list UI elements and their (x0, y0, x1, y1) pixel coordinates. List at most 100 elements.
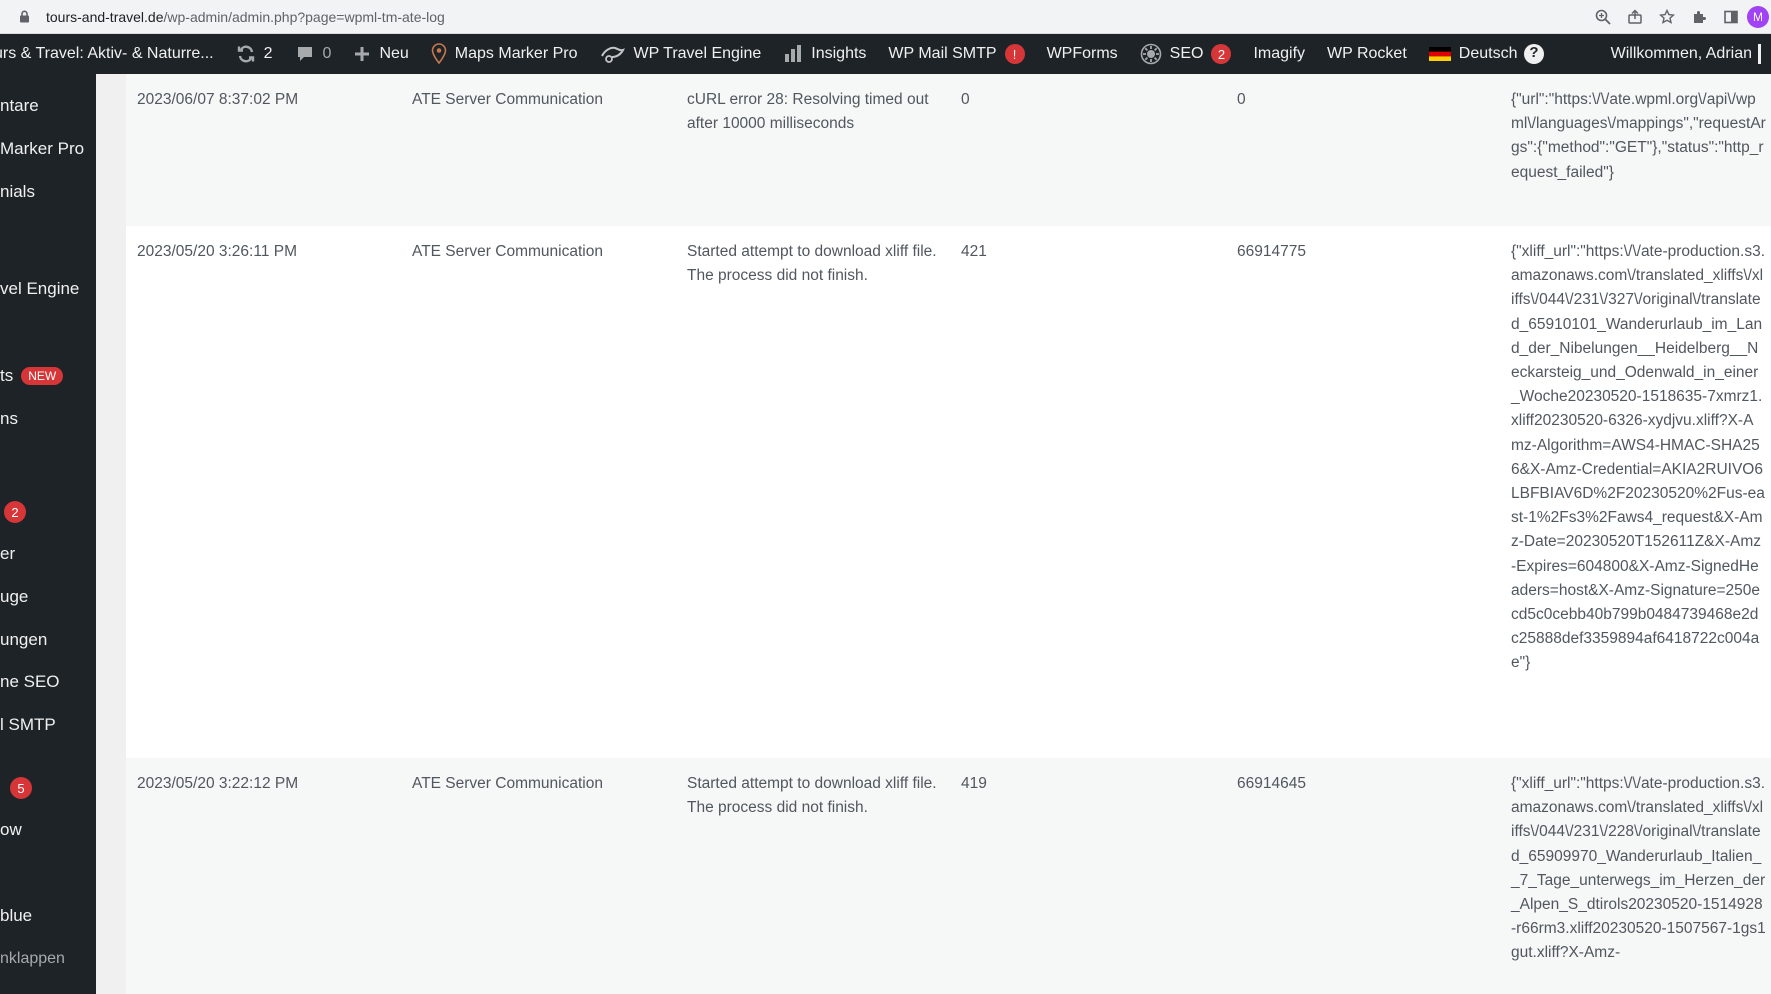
sidebar-item-wp-travel-engine[interactable]: vel Engine (0, 275, 79, 303)
log-date: 2023/05/20 3:22:12 PM (137, 775, 299, 792)
ate-log-table: 2023/06/07 8:37:02 PM ATE Server Communi… (126, 74, 1771, 994)
zoom-icon[interactable] (1587, 0, 1619, 34)
seo-link[interactable]: SEO 2 (1129, 34, 1243, 74)
bar-chart-icon (783, 44, 803, 64)
sidebar-item-plugins[interactable]: 2 (4, 498, 26, 526)
url-text[interactable]: tours-and-travel.de/wp-admin/admin.php?p… (46, 9, 445, 25)
insights-label: Insights (811, 45, 867, 62)
share-icon[interactable] (1619, 0, 1651, 34)
log-job-id: 0 (961, 91, 970, 108)
sidebar-item-label: ns (0, 409, 18, 428)
map-pin-icon (431, 43, 447, 65)
log-extra-data: {"xliff_url":"https:\/\/ate-production.s… (1511, 243, 1766, 672)
wp-travel-engine-link[interactable]: WP Travel Engine (589, 34, 773, 74)
sidebar-item-label: ne SEO (0, 672, 60, 691)
wp-rocket-link[interactable]: WP Rocket (1316, 34, 1418, 74)
sidebar-item-designs[interactable]: ns (0, 405, 18, 433)
sidebar-item-updates[interactable]: 5 (10, 774, 32, 802)
sidebar-item-label: uge (0, 587, 29, 606)
comments-link[interactable]: 0 (284, 34, 343, 74)
maps-marker-label: Maps Marker Pro (454, 45, 578, 62)
wp-mail-smtp-alert-badge: ! (1004, 44, 1025, 64)
main-content: 2023/06/07 8:37:02 PM ATE Server Communi… (96, 74, 1771, 994)
wp-mail-smtp-link[interactable]: WP Mail SMTP ! (877, 34, 1035, 74)
lock-icon[interactable] (16, 9, 32, 25)
sidebar-item-label: nials (0, 182, 35, 201)
browser-address-bar[interactable]: tours-and-travel.de/wp-admin/admin.php?p… (0, 0, 1771, 34)
sidebar-item-new-feature[interactable]: ts NEW (0, 362, 64, 390)
insights-link[interactable]: Insights (772, 34, 877, 74)
imagify-link[interactable]: Imagify (1242, 34, 1316, 74)
bookmark-star-icon[interactable] (1651, 0, 1683, 34)
admin-sidebar-menu: ntare Marker Pro nials vel Engine ts NEW … (0, 74, 96, 994)
log-extra-data: {"url":"https:\/\/ate.wpml.org\/api\/wpm… (1511, 91, 1766, 181)
log-date: 2023/05/20 3:26:11 PM (137, 243, 298, 260)
sidebar-item-tools[interactable]: uge (0, 583, 28, 611)
wp-mail-smtp-label: WP Mail SMTP (888, 45, 997, 62)
new-content-link[interactable]: Neu (342, 34, 419, 74)
sidebar-item-label: ow (0, 820, 22, 839)
sidebar-item-label: ungen (0, 630, 48, 649)
sidebar-item-label: nklappen (0, 950, 65, 967)
log-description: Started attempt to download xliff file. … (687, 775, 937, 817)
log-description: Started attempt to download xliff file. … (687, 243, 937, 285)
seo-count-badge: 2 (1211, 44, 1232, 64)
updates-count-badge: 5 (10, 777, 32, 799)
table-row: 2023/06/07 8:37:02 PM ATE Server Communi… (126, 74, 1771, 226)
updates-count: 2 (263, 45, 273, 62)
refresh-icon (236, 44, 256, 64)
wpforms-link[interactable]: WPForms (1036, 34, 1129, 74)
profile-avatar[interactable]: M (1747, 6, 1769, 28)
table-row: 2023/05/20 3:26:11 PM ATE Server Communi… (126, 226, 1771, 758)
language-label: Deutsch (1458, 45, 1518, 62)
log-extra-data: {"xliff_url":"https:\/\/ate-production.s… (1511, 775, 1766, 962)
log-ate-job-id: 66914775 (1237, 243, 1306, 260)
log-component: ATE Server Communication (412, 775, 603, 792)
wp-travel-engine-label: WP Travel Engine (633, 45, 762, 62)
plus-icon (353, 45, 371, 63)
sidebar-item-label: ntare (0, 96, 39, 115)
new-label: Neu (379, 45, 409, 62)
seo-gear-icon (1140, 43, 1162, 65)
log-job-id: 419 (961, 775, 987, 792)
table-row: 2023/05/20 3:22:12 PM ATE Server Communi… (126, 758, 1771, 994)
comment-bubble-icon (295, 44, 315, 64)
user-avatar[interactable] (1758, 44, 1761, 64)
sidebar-item-label: blue (0, 906, 33, 925)
sidebar-item-blue[interactable]: blue (0, 902, 32, 930)
sidebar-item-maps-marker-pro[interactable]: Marker Pro (0, 135, 84, 163)
extensions-icon[interactable] (1683, 0, 1715, 34)
log-description: cURL error 28: Resolving timed out after… (687, 91, 929, 133)
german-flag-icon (1428, 47, 1451, 61)
sidebar-item-label: Marker Pro (0, 139, 85, 158)
log-component: ATE Server Communication (412, 91, 603, 108)
updates-link[interactable]: 2 (225, 34, 284, 74)
sidebar-item-users[interactable]: er (0, 540, 15, 568)
plugins-update-count: 2 (4, 501, 26, 523)
sidebar-item-label: er (0, 544, 16, 563)
my-account-link[interactable]: Willkommen, Adrian (1611, 45, 1752, 63)
maps-marker-pro-link[interactable]: Maps Marker Pro (420, 34, 589, 74)
log-ate-job-id: 66914645 (1237, 775, 1306, 792)
sidebar-item-settings[interactable]: ungen (0, 626, 47, 654)
travel-engine-icon (600, 44, 626, 64)
sidebar-item-testimonials[interactable]: nials (0, 178, 35, 206)
log-job-id: 421 (961, 243, 987, 260)
comments-count: 0 (322, 45, 332, 62)
sidebar-item-label: vel Engine (0, 279, 80, 298)
side-panel-icon[interactable] (1715, 0, 1747, 34)
site-name-link[interactable]: urs & Travel: Aktiv- & Naturre... (0, 34, 225, 74)
wp-admin-bar: urs & Travel: Aktiv- & Naturre... 2 0 Ne… (0, 34, 1771, 74)
url-domain: tours-and-travel.de (46, 8, 164, 25)
log-ate-job-id: 0 (1237, 91, 1246, 108)
log-date: 2023/06/07 8:37:02 PM (137, 91, 299, 108)
sidebar-collapse-menu[interactable]: nklappen (0, 945, 65, 973)
help-glyph: ? (1529, 44, 1539, 61)
sidebar-item-label: ts (0, 366, 14, 385)
sidebar-item-wp-mail-smtp[interactable]: l SMTP (0, 711, 56, 739)
sidebar-item-overflow[interactable]: ow (0, 816, 22, 844)
sidebar-item-comments[interactable]: ntare (0, 92, 39, 120)
sidebar-item-seo[interactable]: ne SEO (0, 668, 60, 696)
seo-label: SEO (1169, 45, 1204, 62)
sidebar-item-label: l SMTP (0, 715, 56, 734)
